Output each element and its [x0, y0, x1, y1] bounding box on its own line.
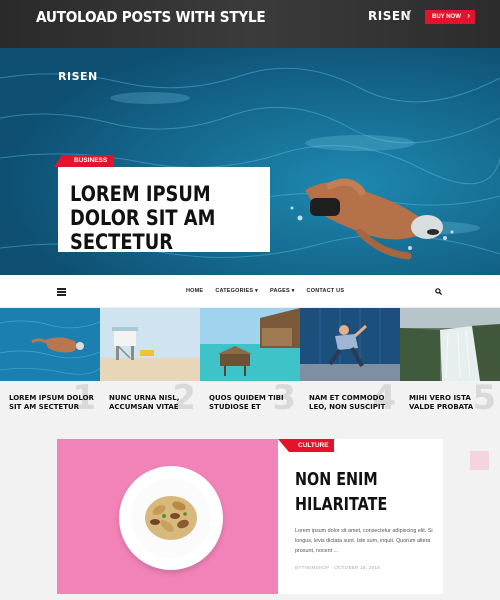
- nav-pages[interactable]: PAGES ▾: [270, 288, 295, 294]
- tile-caption[interactable]: MIHI VERO ISTA VALDE PROBATA: [409, 394, 494, 412]
- hero-headline[interactable]: LOREM IPSUM DOLOR SIT AM SECTETUR: [70, 182, 266, 254]
- featured-post[interactable]: CULTURE NON ENIM HILARITATE Lorem ipsum …: [57, 439, 443, 594]
- buy-now-label: BUY NOW: [432, 14, 461, 20]
- nav-contact[interactable]: CONTACT US: [307, 288, 345, 294]
- top-bar: AUTOLOAD POSTS WITH STYLE RISEN / BUY NO…: [0, 0, 500, 48]
- post-tile[interactable]: 2 NUNC URNA NISL, ACCUMSAN VITAE: [100, 308, 200, 418]
- post-thumbnail[interactable]: [0, 308, 100, 381]
- main-nav: HOME CATEGORIES ▾ PAGES ▾ CONTACT US: [0, 275, 500, 308]
- hero-logo: RISEN: [58, 70, 98, 83]
- tile-caption[interactable]: LOREM IPSUM DOLOR SIT AM SECTETUR: [9, 394, 94, 412]
- hero-banner[interactable]: RISEN BUSINESS LOREM IPSUM DOLOR SIT AM …: [0, 48, 500, 275]
- tile-caption[interactable]: NAM ET COMMODO LEO, NON SUSCIPIT: [309, 394, 394, 412]
- post-thumbnail[interactable]: [400, 308, 500, 381]
- post-thumbnail[interactable]: [100, 308, 200, 381]
- post-tile[interactable]: 3 QUOS QUIDEM TIBI STUDIOSE ET: [200, 308, 300, 418]
- search-icon[interactable]: [435, 288, 442, 295]
- post-tile[interactable]: 5 MIHI VERO ISTA VALDE PROBATA: [400, 308, 500, 418]
- post-thumbnail[interactable]: [200, 308, 300, 381]
- pasta-plate-image: [119, 466, 223, 570]
- category-tag[interactable]: BUSINESS: [54, 155, 114, 167]
- tile-caption[interactable]: NUNC URNA NISL, ACCUMSAN VITAE: [109, 394, 194, 412]
- feature-meta: BYTHEMSHOP · OCTOBER 18, 2018: [295, 565, 381, 570]
- hero-card[interactable]: BUSINESS LOREM IPSUM DOLOR SIT AM SECTET…: [54, 155, 270, 254]
- nav-categories[interactable]: CATEGORIES ▾: [215, 288, 258, 294]
- nav-pages-label: PAGES: [269, 288, 290, 294]
- buy-now-button[interactable]: BUY NOW ›: [425, 10, 475, 24]
- post-tile[interactable]: 1 LOREM IPSUM DOLOR SIT AM SECTETUR: [0, 308, 100, 418]
- nav-categories-label: CATEGORIES: [215, 288, 254, 294]
- site-title[interactable]: AUTOLOAD POSTS WITH STYLE: [36, 8, 266, 26]
- nav-home[interactable]: HOME: [186, 288, 203, 294]
- feature-excerpt: Lorem ipsum dolor sit amet, consectetur …: [295, 528, 433, 554]
- tile-caption[interactable]: QUOS QUIDEM TIBI STUDIOSE ET: [209, 394, 294, 412]
- feature-headline[interactable]: NON ENIM HILARITATE: [295, 468, 414, 518]
- chevron-right-icon: ›: [467, 11, 470, 20]
- chevron-down-icon: ▾: [291, 288, 295, 294]
- menu-icon[interactable]: [57, 288, 66, 296]
- featured-image[interactable]: [57, 439, 278, 594]
- nav-links: HOME CATEGORIES ▾ PAGES ▾ CONTACT US: [186, 288, 344, 294]
- category-tag[interactable]: CULTURE: [278, 439, 334, 452]
- brand-link[interactable]: RISEN: [368, 9, 411, 23]
- header-separator: /: [407, 7, 411, 23]
- post-tile[interactable]: 4 NAM ET COMMODO LEO, NON SUSCIPIT: [300, 308, 400, 418]
- scroll-top-button[interactable]: [470, 451, 489, 470]
- post-tiles: 1 LOREM IPSUM DOLOR SIT AM SECTETUR 2 NU…: [0, 308, 500, 418]
- post-thumbnail[interactable]: [300, 308, 400, 381]
- chevron-down-icon: ▾: [255, 288, 258, 294]
